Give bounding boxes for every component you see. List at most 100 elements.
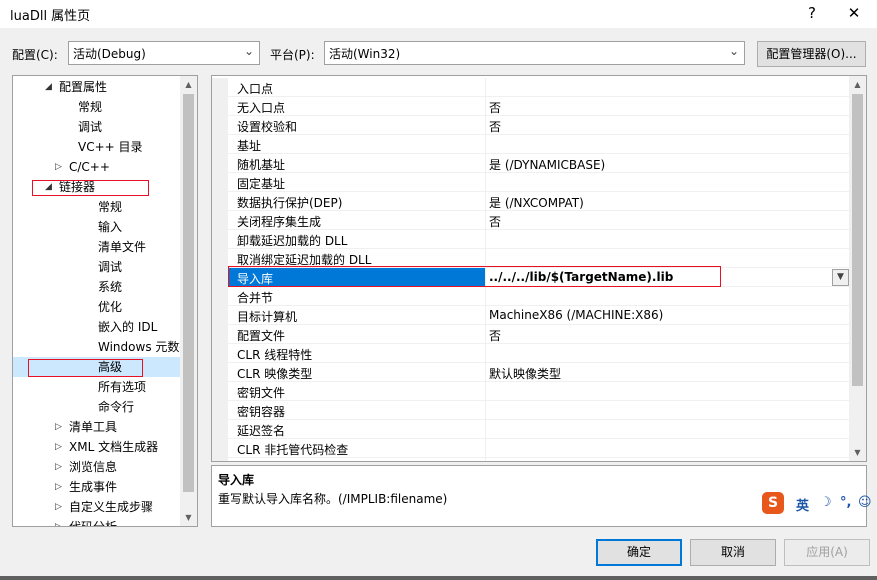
property-row[interactable]: 目标计算机 MachineX86 (/MACHINE:X86) <box>212 306 851 325</box>
tree-item-label: 调试 <box>98 260 123 274</box>
tree-item[interactable]: ▷ 清单工具 <box>13 417 181 437</box>
property-tree[interactable]: ◢ 配置属性 常规 调试 VC++ 目录 ▷ C/C++ ◢ 链接器 常规 输入 清单文件 调试 系统 优化… <box>12 75 198 527</box>
property-row[interactable]: 基址 <box>212 135 851 154</box>
sogou-logo-icon[interactable]: S <box>762 492 784 514</box>
tree-scrollbar[interactable]: ▲ ▼ <box>180 76 197 526</box>
property-row[interactable]: 延迟签名 <box>212 420 851 439</box>
tree-item[interactable]: ▷ 代码分析 <box>13 517 181 526</box>
tree-item-label: 清单文件 <box>98 240 147 254</box>
linker-highlight-box <box>32 180 149 196</box>
moon-icon[interactable]: ☽ <box>820 495 832 510</box>
property-row[interactable]: 节对齐 未配置 <box>212 458 851 461</box>
scroll-down-icon[interactable]: ▼ <box>849 444 866 461</box>
apply-button[interactable]: 应用(A) <box>784 539 870 566</box>
grid-scrollbar[interactable]: ▲ ▼ <box>849 76 866 461</box>
tree-item[interactable]: 调试 <box>13 257 181 277</box>
tree-item[interactable]: 常规 <box>13 197 181 217</box>
property-row[interactable]: 合并节 <box>212 287 851 306</box>
ok-button[interactable]: 确定 <box>596 539 682 566</box>
column-divider <box>485 420 486 439</box>
property-name: 延迟签名 <box>237 424 286 438</box>
ime-toolbar[interactable]: S 英 ☽ °, ☺ <box>762 492 874 514</box>
punctuation-icon[interactable]: °, <box>840 495 851 510</box>
property-row[interactable]: CLR 线程特性 <box>212 344 851 363</box>
tree-item[interactable]: 嵌入的 IDL <box>13 317 181 337</box>
tree-item[interactable]: ▷ C/C++ <box>13 157 181 177</box>
scroll-up-icon[interactable]: ▲ <box>180 76 197 93</box>
row-gutter <box>212 97 228 116</box>
property-pages-window: luaDll 属性页 ? ✕ 配置(C): 活动(Debug) ⌄ 平台(P):… <box>0 0 877 580</box>
tree-item[interactable]: ▷ XML 文档生成器 <box>13 437 181 457</box>
tree-item-label: 浏览信息 <box>69 460 118 474</box>
property-row[interactable]: 密钥容器 <box>212 401 851 420</box>
dropdown-button[interactable]: ▼ <box>832 269 849 286</box>
expand-icon[interactable]: ▷ <box>55 417 62 437</box>
row-gutter <box>212 268 228 287</box>
property-row[interactable]: 密钥文件 <box>212 382 851 401</box>
column-divider <box>485 230 486 249</box>
property-name: 设置校验和 <box>237 120 298 134</box>
row-gutter <box>212 458 228 461</box>
property-name: 入口点 <box>237 82 274 96</box>
expand-icon[interactable]: ▷ <box>55 477 62 497</box>
config-value: 活动(Debug) <box>73 47 146 61</box>
property-row[interactable]: 无入口点 否 <box>212 97 851 116</box>
property-row[interactable]: 固定基址 <box>212 173 851 192</box>
ime-language[interactable]: 英 <box>796 495 809 514</box>
import-library-highlight-box <box>228 266 721 287</box>
scroll-up-icon[interactable]: ▲ <box>849 76 866 93</box>
property-value: 未配置 <box>489 460 525 461</box>
property-name: 卸载延迟加载的 DLL <box>237 234 348 248</box>
tree-item[interactable]: 系统 <box>13 277 181 297</box>
row-gutter <box>212 211 228 230</box>
tree-item[interactable]: ▷ 生成事件 <box>13 477 181 497</box>
cancel-button[interactable]: 取消 <box>690 539 776 566</box>
scroll-thumb[interactable] <box>183 94 194 492</box>
property-row[interactable]: 数据执行保护(DEP) 是 (/NXCOMPAT) <box>212 192 851 211</box>
expand-icon[interactable]: ▷ <box>55 157 62 177</box>
property-row[interactable]: 入口点 <box>212 78 851 97</box>
platform-value: 活动(Win32) <box>329 47 401 61</box>
chevron-down-icon: ⌄ <box>728 44 739 58</box>
tree-item[interactable]: 输入 <box>13 217 181 237</box>
row-gutter <box>212 344 228 363</box>
config-combo[interactable]: 活动(Debug) ⌄ <box>68 41 260 65</box>
property-value: 否 <box>489 120 502 134</box>
expand-icon[interactable]: ▷ <box>55 457 62 477</box>
property-row[interactable]: 随机基址 是 (/DYNAMICBASE) <box>212 154 851 173</box>
tree-item[interactable]: 优化 <box>13 297 181 317</box>
collapse-icon[interactable]: ◢ <box>45 77 52 97</box>
scroll-down-icon[interactable]: ▼ <box>180 509 197 526</box>
column-divider <box>485 211 486 230</box>
tree-item[interactable]: 所有选项 <box>13 377 181 397</box>
row-gutter <box>212 420 228 439</box>
scroll-thumb[interactable] <box>852 94 863 386</box>
tree-item[interactable]: 常规 <box>13 97 181 117</box>
tree-item[interactable]: 清单文件 <box>13 237 181 257</box>
tree-item-label: 调试 <box>78 120 103 134</box>
expand-icon[interactable]: ▷ <box>55 497 62 517</box>
tree-item[interactable]: 命令行 <box>13 397 181 417</box>
property-row[interactable]: 关闭程序集生成 否 <box>212 211 851 230</box>
platform-combo[interactable]: 活动(Win32) ⌄ <box>324 41 745 65</box>
property-row[interactable]: 配置文件 否 <box>212 325 851 344</box>
tree-item[interactable]: Windows 元数据 <box>13 337 191 357</box>
help-button[interactable]: ? <box>792 0 832 28</box>
expand-icon[interactable]: ▷ <box>55 517 62 526</box>
tree-item[interactable]: ◢ 配置属性 <box>13 77 181 97</box>
expand-icon[interactable]: ▷ <box>55 437 62 457</box>
tree-item[interactable]: 调试 <box>13 117 181 137</box>
configuration-manager-button[interactable]: 配置管理器(O)... <box>757 41 866 67</box>
row-gutter <box>212 135 228 154</box>
emoji-icon[interactable]: ☺ <box>858 495 872 510</box>
tree-item[interactable]: VC++ 目录 <box>13 137 181 157</box>
property-row[interactable]: 设置校验和 否 <box>212 116 851 135</box>
tree-item[interactable]: ▷ 浏览信息 <box>13 457 181 477</box>
property-name: 基址 <box>237 139 262 153</box>
property-row[interactable]: CLR 非托管代码检查 <box>212 439 851 458</box>
row-gutter <box>212 325 228 344</box>
tree-item[interactable]: ▷ 自定义生成步骤 <box>13 497 181 517</box>
property-row[interactable]: CLR 映像类型 默认映像类型 <box>212 363 851 382</box>
close-button[interactable]: ✕ <box>834 0 874 28</box>
property-row[interactable]: 卸载延迟加载的 DLL <box>212 230 851 249</box>
